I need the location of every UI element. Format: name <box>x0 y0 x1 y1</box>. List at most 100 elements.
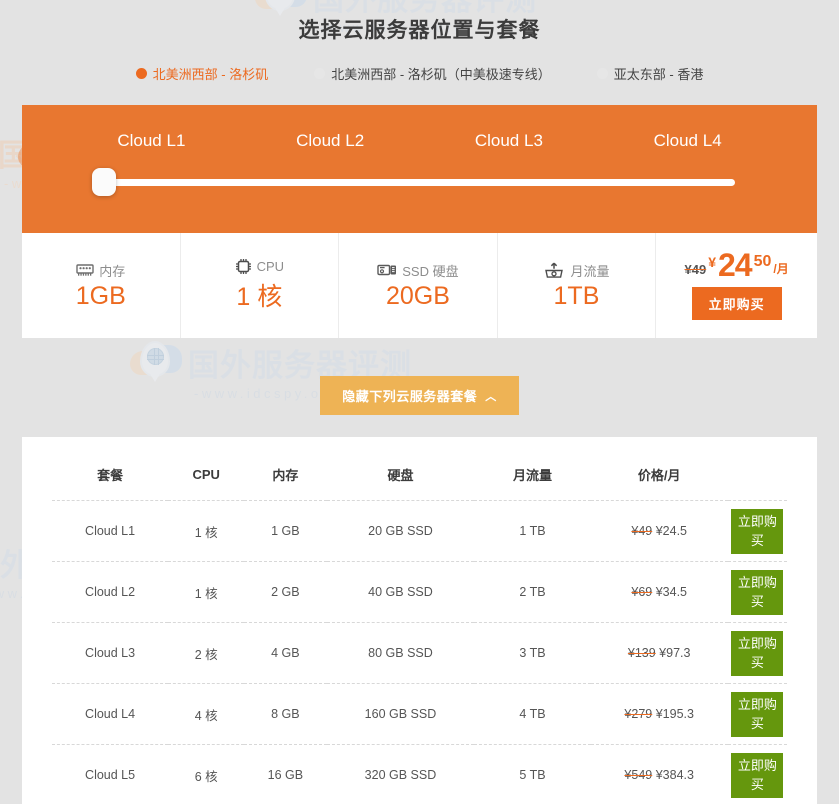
cell-traffic: 3 TB <box>474 622 591 684</box>
cell-price: ¥279 ¥195.3 <box>590 683 728 745</box>
th-memory: 内存 <box>272 468 299 483</box>
th-cpu: CPU <box>192 467 220 482</box>
region-option-label: 北美洲西部 - 洛杉矶 <box>152 67 269 82</box>
spec-disk: SSD 硬盘 20GB <box>339 233 498 338</box>
plan-slider[interactable] <box>22 168 817 196</box>
cell-disk: 320 GB SSD <box>326 744 475 804</box>
region-option-2[interactable]: 亚太东部 - 香港 <box>596 64 704 83</box>
cell-price-current: ¥97.3 <box>655 646 691 660</box>
region-selector: 北美洲西部 - 洛杉矶 北美洲西部 - 洛杉矶（中美极速专线） 亚太东部 - 香… <box>0 64 839 83</box>
cell-memory: 8 GB <box>244 683 327 745</box>
slider-track[interactable] <box>92 168 735 196</box>
cell-action: 立即购买 <box>727 744 787 804</box>
price-unit: /月 <box>773 262 789 277</box>
plan-slider-label-2[interactable]: Cloud L3 <box>420 131 599 151</box>
page-content: 选择云服务器位置与套餐 北美洲西部 - 洛杉矶 北美洲西部 - 洛杉矶（中美极速… <box>0 0 839 804</box>
cell-package: Cloud L3 <box>52 622 169 684</box>
cell-cpu: 1 核 <box>168 561 245 623</box>
spec-disk-value: 20GB <box>385 281 450 310</box>
cell-price-current: ¥34.5 <box>652 585 687 599</box>
spec-cpu: CPU 1 核 <box>181 233 340 338</box>
cell-memory: 2 GB <box>244 561 327 623</box>
plan-slider-label-3[interactable]: Cloud L4 <box>598 131 777 151</box>
price-cents: 50 <box>753 252 772 270</box>
plan-slider-label-1[interactable]: Cloud L2 <box>241 131 420 151</box>
toggle-plan-table-button[interactable]: 隐藏下列云服务器套餐 ︿ <box>320 376 519 415</box>
th-action <box>728 437 787 501</box>
spec-traffic-label: 月流量 <box>570 263 610 279</box>
th-traffic: 月流量 <box>512 468 552 483</box>
cell-price-original: ¥69 <box>631 585 653 599</box>
traffic-icon <box>543 262 565 279</box>
table-row: Cloud L3 2 核4 GB 80 GB SSD 3 TB ¥139 ¥97.3 立即… <box>52 622 787 684</box>
plan-slider-labels: Cloud L1 Cloud L2 Cloud L3 Cloud L4 <box>22 105 817 151</box>
plan-slider-card: Cloud L1 Cloud L2 Cloud L3 Cloud L4 <box>22 105 817 233</box>
cell-cpu: 4 核 <box>168 683 245 745</box>
plan-table: 套餐 CPU 内存 硬盘 月流量 价格/月 Cloud L1 1 核1 GB 20 … <box>52 437 787 804</box>
buy-now-button[interactable]: 立即购买 <box>691 287 782 321</box>
cell-action: 立即购买 <box>727 561 787 623</box>
cell-disk: 160 GB SSD <box>326 683 475 745</box>
cell-package: Cloud L5 <box>52 744 169 804</box>
cell-price-original: ¥49 <box>631 524 653 538</box>
slider-handle[interactable] <box>92 168 116 196</box>
cell-price: ¥549 ¥384.3 <box>590 744 728 804</box>
spec-traffic: 月流量 1TB <box>498 233 657 338</box>
row-buy-button[interactable]: 立即购买 <box>731 752 784 798</box>
th-price: 价格/月 <box>637 468 681 483</box>
cell-package: Cloud L4 <box>52 683 169 745</box>
cell-traffic: 1 TB <box>474 500 591 562</box>
ssd-disk-icon <box>377 263 397 277</box>
cell-package: Cloud L2 <box>52 561 169 623</box>
cell-cpu: 2 核 <box>168 622 245 684</box>
radio-unselected-icon <box>596 68 608 79</box>
page-title: 选择云服务器位置与套餐 <box>298 19 541 42</box>
price-amount: 24 <box>717 246 753 283</box>
cell-price-original: ¥279 <box>624 707 653 721</box>
cell-action: 立即购买 <box>727 500 787 562</box>
region-option-label: 北美洲西部 - 洛杉矶（中美极速专线） <box>331 67 551 82</box>
cell-action: 立即购买 <box>727 622 787 684</box>
cell-price-original: ¥139 <box>627 646 656 660</box>
plan-table-body: Cloud L1 1 核1 GB 20 GB SSD 1 TB ¥49 ¥24.5 立即购… <box>52 500 787 804</box>
toggle-label: 隐藏下列云服务器套餐 <box>342 389 478 404</box>
cell-price-current: ¥384.3 <box>652 768 694 782</box>
row-buy-button[interactable]: 立即购买 <box>731 508 784 554</box>
th-disk: 硬盘 <box>387 468 414 483</box>
cell-action: 立即购买 <box>727 683 787 745</box>
ram-icon <box>76 264 94 276</box>
region-option-1[interactable]: 北美洲西部 - 洛杉矶（中美极速专线） <box>314 64 551 83</box>
price-display: ¥49 ¥ 24 50 /月 <box>684 246 789 283</box>
cell-price-current: ¥24.5 <box>652 524 687 538</box>
table-row: Cloud L5 6 核 16 GB 320 GB SSD 5 TB ¥549 ¥384.… <box>52 744 787 804</box>
th-package: 套餐 <box>97 468 124 483</box>
table-header-row: 套餐 CPU 内存 硬盘 月流量 价格/月 <box>52 437 787 501</box>
cell-memory: 4 GB <box>244 622 327 684</box>
cell-price: ¥69 ¥34.5 <box>590 561 728 623</box>
cell-price-current: ¥195.3 <box>652 707 694 721</box>
spec-traffic-value: 1TB <box>553 281 600 310</box>
row-buy-button[interactable]: 立即购买 <box>731 569 784 615</box>
cell-disk: 40 GB SSD <box>326 561 475 623</box>
spec-disk-label: SSD 硬盘 <box>402 263 459 279</box>
cell-memory: 1 GB <box>244 500 327 562</box>
table-row: Cloud L2 1 核2 GB 40 GB SSD 2 TB ¥69 ¥34.5 立即购… <box>52 561 787 623</box>
spec-cpu-label: CPU <box>256 259 285 274</box>
price-currency: ¥ <box>708 253 716 270</box>
toggle-table-wrap: 隐藏下列云服务器套餐 ︿ <box>0 376 839 415</box>
spec-price: ¥49 ¥ 24 50 /月 立即购买 <box>656 233 817 338</box>
row-buy-button[interactable]: 立即购买 <box>731 691 784 737</box>
cell-traffic: 4 TB <box>474 683 591 745</box>
cell-cpu: 6 核 <box>168 744 245 804</box>
region-option-0[interactable]: 北美洲西部 - 洛杉矶 <box>135 64 269 83</box>
spec-memory-label: 内存 <box>99 263 126 279</box>
cell-disk: 80 GB SSD <box>326 622 475 684</box>
plan-table-head: 套餐 CPU 内存 硬盘 月流量 价格/月 <box>52 437 787 501</box>
price-original: ¥49 <box>684 262 707 278</box>
row-buy-button[interactable]: 立即购买 <box>731 630 784 676</box>
region-option-label: 亚太东部 - 香港 <box>613 67 704 82</box>
chevron-up-icon: ︿ <box>485 390 497 403</box>
plan-table-card: 套餐 CPU 内存 硬盘 月流量 价格/月 Cloud L1 1 核1 GB 20 … <box>22 437 817 804</box>
plan-slider-label-0[interactable]: Cloud L1 <box>62 131 241 151</box>
spec-memory-value: 1GB <box>75 281 126 310</box>
